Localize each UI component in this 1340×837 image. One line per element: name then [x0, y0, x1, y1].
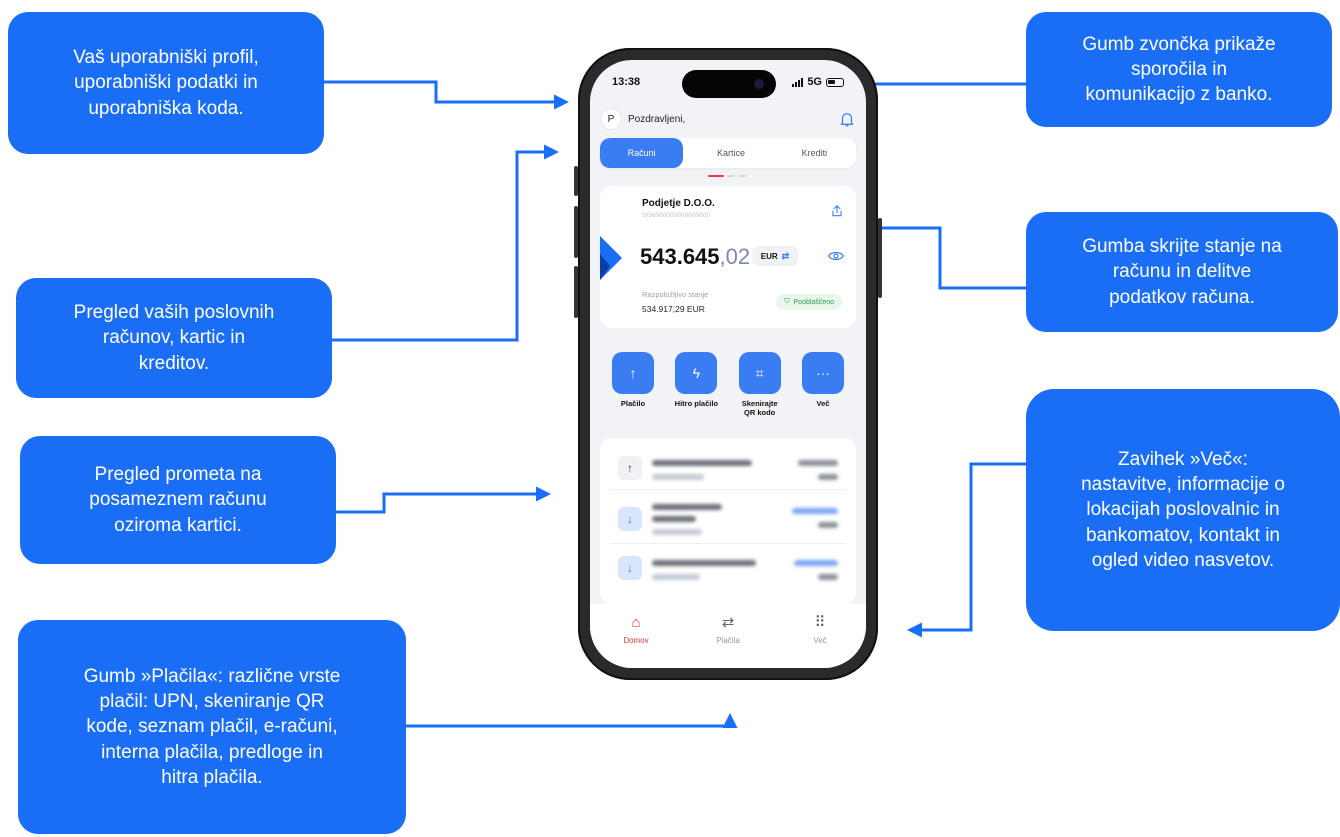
- authorization-badge: ⛉ Pooblaščeno: [776, 294, 842, 310]
- callout-hide-share: Gumba skrijte stanje na računu in delitv…: [1026, 212, 1338, 332]
- callout-more: Zavihek »Več«: nastavitve, informacije o…: [1026, 389, 1340, 631]
- account-card[interactable]: Podjetje D.O.O. SI56000000000000000 543.…: [600, 186, 856, 328]
- phone-side-button: [574, 206, 578, 258]
- header: P Pozdravljeni,: [600, 106, 856, 132]
- transaction-row[interactable]: ↓: [610, 494, 846, 544]
- action-scan-qr[interactable]: ⌗ Skenirajte QR kodo: [731, 352, 789, 417]
- transaction-list: ↑ ↓ ↓: [600, 438, 856, 604]
- bell-icon[interactable]: [838, 110, 856, 128]
- nav-home[interactable]: ⌂ Domov: [590, 604, 682, 668]
- arrow-profile: [324, 80, 569, 110]
- blurred-amount: [792, 508, 838, 514]
- blurred-amount: [798, 460, 838, 466]
- blurred-currency: [818, 574, 838, 580]
- battery-icon: [826, 77, 844, 87]
- annotated-screenshot: Vaš uporabniški profil, uporabniški poda…: [0, 0, 1340, 837]
- blurred-text: [652, 460, 752, 466]
- swap-icon: ⇄: [781, 250, 790, 261]
- transaction-row[interactable]: ↑: [610, 446, 846, 490]
- action-more[interactable]: ··· Več: [794, 352, 852, 417]
- phone-side-button: [574, 266, 578, 318]
- dynamic-island: [682, 70, 776, 98]
- available-balance-label: Razpoložljivo stanje: [642, 290, 709, 299]
- phone-power-button: [878, 218, 882, 298]
- blurred-amount: [794, 560, 838, 566]
- home-icon: ⌂: [631, 614, 641, 631]
- greeting: Pozdravljeni,: [628, 113, 686, 125]
- arrow-up-icon[interactable]: ↑: [612, 352, 654, 394]
- blurred-text: [652, 529, 702, 535]
- status-indicators: 5G: [792, 76, 844, 88]
- callout-payments: Gumb »Plačila«: različne vrste plačil: U…: [18, 620, 406, 834]
- bottom-navigation: ⌂ Domov ⇄ Plačila ⠿ Več: [590, 604, 866, 668]
- page-indicator: [708, 175, 746, 177]
- blurred-text: [652, 574, 700, 580]
- arrow-up-icon: ↑: [618, 456, 642, 480]
- arrow-down-icon: ↓: [618, 507, 642, 531]
- callout-accounts: Pregled vaših poslovnih računov, kartic …: [16, 278, 332, 398]
- share-icon[interactable]: [830, 204, 844, 218]
- blurred-currency: [818, 474, 838, 480]
- blurred-text: [652, 560, 756, 566]
- avatar[interactable]: P: [600, 108, 622, 130]
- tab-accounts[interactable]: Računi: [600, 138, 684, 168]
- shield-check-icon: ⛉: [784, 298, 790, 305]
- blurred-currency: [818, 522, 838, 528]
- action-quick-payment[interactable]: ϟ Hitro plačilo: [667, 352, 725, 417]
- arrow-down-icon: ↓: [618, 556, 642, 580]
- transaction-row[interactable]: ↓: [610, 546, 846, 590]
- lightning-icon[interactable]: ϟ: [675, 352, 718, 394]
- status-time: 13:38: [612, 76, 641, 88]
- currency-switch[interactable]: EUR ⇄: [752, 246, 798, 266]
- nav-payments[interactable]: ⇄ Plačila: [682, 604, 774, 668]
- product-tabs: Računi Kartice Krediti: [600, 138, 856, 168]
- action-payment[interactable]: ↑ Plačilo: [604, 352, 662, 417]
- phone-side-button: [574, 166, 578, 196]
- blurred-text: [652, 474, 704, 480]
- blurred-text: [652, 504, 722, 510]
- phone-mockup: 13:38 5G P Pozdravljeni, Računi Kartice …: [574, 48, 882, 680]
- signal-icon: [792, 77, 804, 87]
- more-dots-icon[interactable]: ···: [801, 352, 844, 394]
- arrow-bell: [855, 82, 1026, 106]
- tab-credits[interactable]: Krediti: [773, 138, 856, 168]
- account-balance: 543.645,02: [640, 244, 751, 269]
- app-screen: 13:38 5G P Pozdravljeni, Računi Kartice …: [590, 60, 866, 668]
- quick-actions: ↑ Plačilo ϟ Hitro plačilo ⌗ Skenirajte Q…: [604, 352, 852, 417]
- grid-icon: ⠿: [814, 614, 826, 631]
- callout-transactions: Pregled prometa na posameznem računu ozi…: [20, 436, 336, 564]
- blurred-text: [652, 516, 696, 522]
- arrow-transactions: [336, 486, 551, 514]
- bank-logo-icon: [600, 236, 622, 280]
- eye-icon[interactable]: [828, 250, 844, 262]
- available-balance-value: 534.917,29 EUR: [642, 304, 705, 314]
- qr-scan-icon[interactable]: ⌗: [738, 352, 781, 394]
- arrow-accounts: [332, 144, 559, 342]
- account-name: Podjetje D.O.O.: [642, 198, 715, 209]
- network-label: 5G: [807, 76, 822, 88]
- callout-bell: Gumb zvončka prikaže sporočila in komuni…: [1026, 12, 1332, 127]
- arrow-payments: [406, 713, 738, 728]
- callout-profile: Vaš uporabniški profil, uporabniški poda…: [8, 12, 324, 154]
- account-iban: SI56000000000000000: [642, 213, 711, 219]
- nav-more[interactable]: ⠿ Več: [774, 604, 866, 668]
- transfer-icon: ⇄: [721, 614, 735, 631]
- tab-cards[interactable]: Kartice: [689, 138, 772, 168]
- arrow-more: [907, 462, 1026, 638]
